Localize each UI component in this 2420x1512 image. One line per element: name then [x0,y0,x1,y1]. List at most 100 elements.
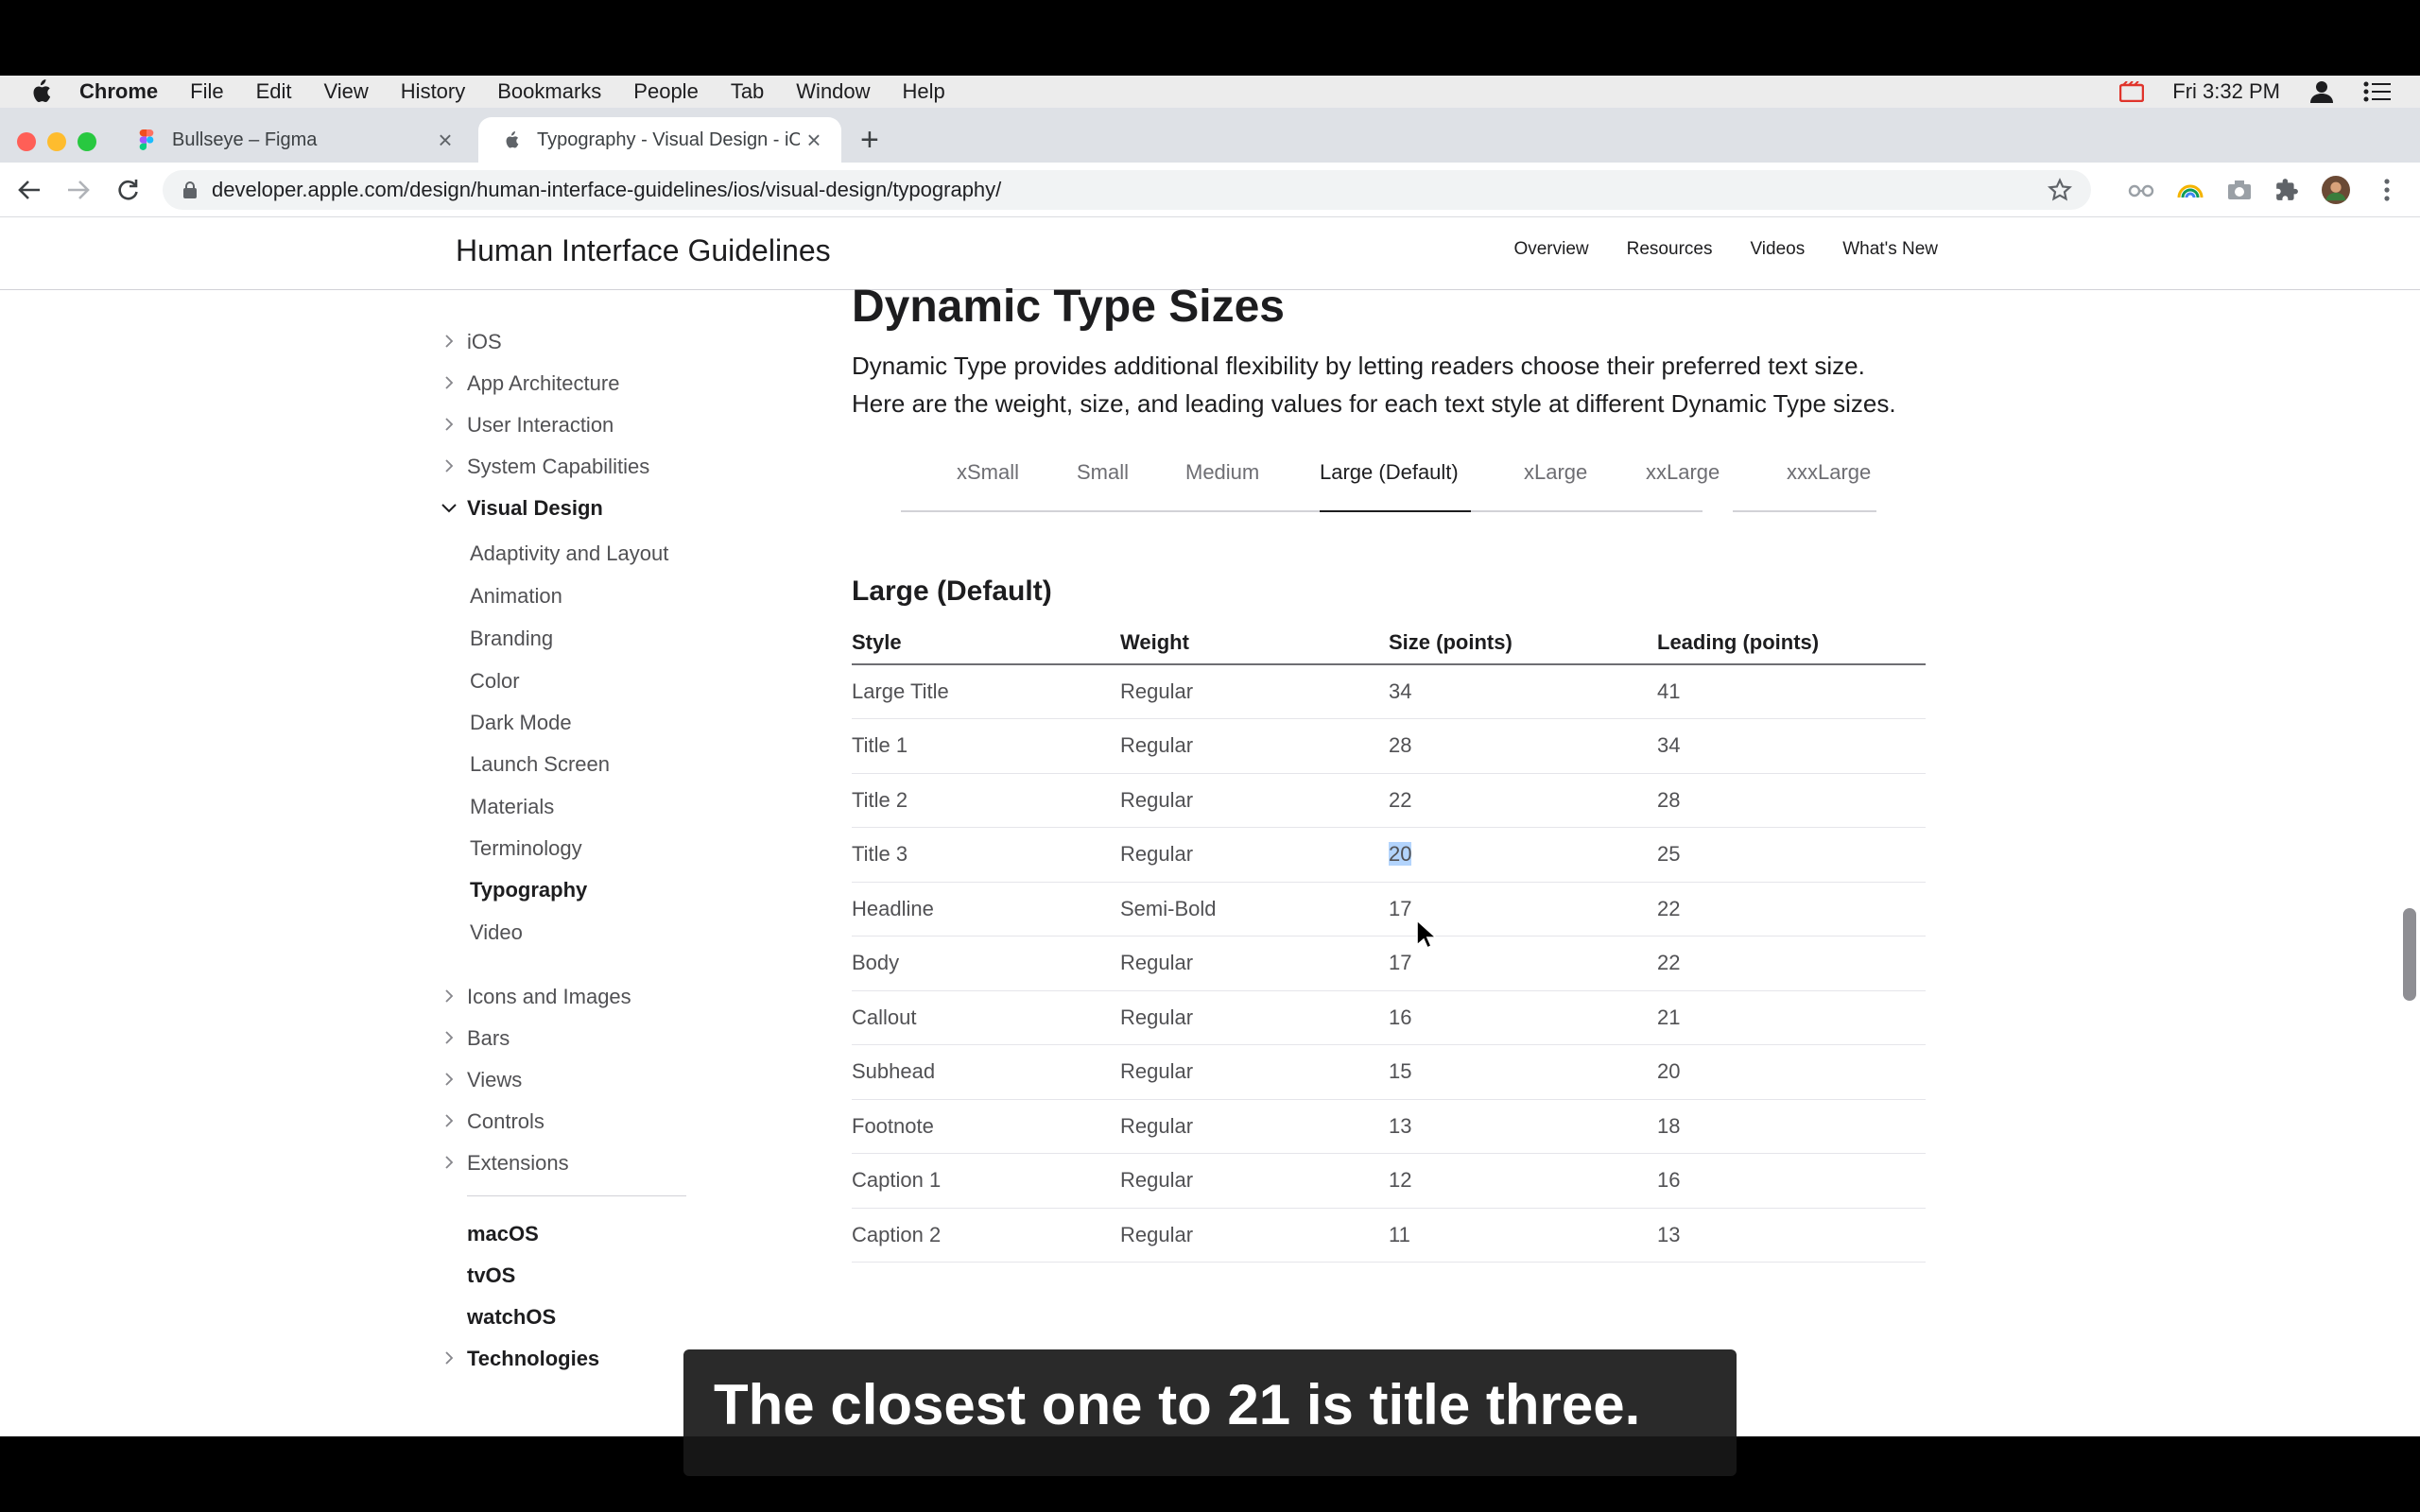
chrome-menu-icon[interactable] [2373,176,2401,204]
size-tab-xsmall[interactable]: xSmall [957,460,1019,485]
nav-videos[interactable]: Videos [1750,239,1805,260]
apple-menu-icon[interactable] [30,79,51,104]
menu-file[interactable]: File [190,79,223,104]
sidebar-sub-dark-mode[interactable]: Dark Mode [470,711,572,735]
tab-title: Bullseye – Figma [172,129,318,150]
sidebar-sub-materials[interactable]: Materials [470,795,554,819]
table-row: Caption 1 Regular 12 16 [852,1153,1926,1209]
control-list-icon[interactable] [2363,81,2392,102]
chevron-right-icon [445,335,454,348]
close-tab-icon[interactable]: × [800,126,828,155]
sidebar-item-app-architecture[interactable]: App Architecture [445,371,619,396]
minimize-window-button[interactable] [47,132,66,151]
tab-figma[interactable]: Bullseye – Figma × [113,117,473,163]
profile-avatar[interactable] [2322,176,2350,204]
chevron-right-icon [445,1073,454,1086]
sidebar-item-controls[interactable]: Controls [445,1109,544,1134]
menu-people[interactable]: People [633,79,699,104]
table-row: Title 1 Regular 28 34 [852,718,1926,774]
chevron-right-icon [445,1114,454,1127]
sidebar-divider [467,1195,686,1196]
col-weight: Weight [1120,630,1389,665]
menu-history[interactable]: History [401,79,465,104]
sidebar-item-icons-images[interactable]: Icons and Images [445,985,631,1009]
sidebar-item-system-capabilities[interactable]: System Capabilities [445,455,649,479]
sidebar-item-bars[interactable]: Bars [445,1026,510,1051]
sidebar-item-user-interaction[interactable]: User Interaction [445,413,614,438]
section-heading: Dynamic Type Sizes [852,282,1285,332]
menu-window[interactable]: Window [796,79,870,104]
sidebar-sub-typography[interactable]: Typography [470,878,587,902]
menu-bookmarks[interactable]: Bookmarks [497,79,601,104]
selected-tab-underline [1320,510,1471,512]
sidebar-item-technologies[interactable]: Technologies [445,1347,599,1371]
new-tab-button[interactable]: + [860,121,879,159]
sidebar-sub-branding[interactable]: Branding [470,627,553,651]
sidebar-sub-terminology[interactable]: Terminology [470,836,582,861]
extension-rainbow-icon[interactable] [2176,176,2204,204]
nav-whats-new[interactable]: What's New [1842,239,1938,260]
zoom-window-button[interactable] [78,132,96,151]
sidebar-sub-adaptivity[interactable]: Adaptivity and Layout [470,541,668,566]
nav-overview[interactable]: Overview [1513,239,1588,260]
sidebar-platform-watchos[interactable]: watchOS [467,1305,556,1330]
forward-button[interactable] [62,174,95,206]
sidebar-platform-macos[interactable]: macOS [467,1222,539,1246]
chevron-right-icon [445,376,454,389]
table-row: Caption 2 Regular 11 13 [852,1208,1926,1263]
menu-app-name[interactable]: Chrome [79,79,158,104]
chevron-right-icon [445,989,454,1003]
menu-edit[interactable]: Edit [256,79,292,104]
address-bar[interactable]: developer.apple.com/design/human-interfa… [163,170,2091,210]
tab-typography[interactable]: Typography - Visual Design - iO × [478,117,841,163]
selected-text[interactable]: 20 [1389,842,1412,867]
size-tab-medium[interactable]: Medium [1185,460,1259,485]
sidebar-sub-color[interactable]: Color [470,669,520,694]
sidebar-item-views[interactable]: Views [445,1068,522,1092]
chevron-right-icon [445,1351,454,1365]
screen: Chrome File Edit View History Bookmarks … [0,76,2420,1436]
screen-recording-icon[interactable] [2119,81,2145,102]
col-style: Style [852,630,1120,665]
camera-icon[interactable] [2225,176,2254,204]
sidebar-platform-tvos[interactable]: tvOS [467,1263,515,1288]
chevron-down-icon [441,504,457,513]
close-window-button[interactable] [17,132,36,151]
size-tab-xlarge[interactable]: xLarge [1524,460,1587,485]
table-row: Headline Semi-Bold 17 22 [852,882,1926,936]
menu-clock[interactable]: Fri 3:32 PM [2172,79,2280,104]
user-icon[interactable] [2308,80,2335,103]
extensions-puzzle-icon[interactable] [2273,176,2301,204]
reload-button[interactable] [112,174,144,206]
page-scrollbar-thumb[interactable] [2403,908,2416,1001]
size-tab-large-default[interactable]: Large (Default) [1320,460,1459,485]
hig-header: Human Interface Guidelines Overview Reso… [0,218,2420,290]
size-tab-xxlarge[interactable]: xxLarge [1646,460,1720,485]
sidebar-item-visual-design[interactable]: Visual Design [441,496,603,521]
sidebar-item-ios[interactable]: iOS [445,330,502,354]
section-intro: Dynamic Type provides additional flexibi… [852,352,1896,418]
size-tab-xxxlarge[interactable]: xxxLarge [1787,460,1871,485]
sidebar-sub-video[interactable]: Video [470,920,523,945]
size-tab-small[interactable]: Small [1077,460,1129,485]
sidebar-sub-launch-screen[interactable]: Launch Screen [470,752,610,777]
close-tab-icon[interactable]: × [431,126,459,155]
apple-icon [501,129,522,150]
tab-title: Typography - Visual Design - iO [537,129,800,150]
browser-toolbar: developer.apple.com/design/human-interfa… [0,163,2420,217]
chevron-right-icon [445,1156,454,1169]
table-title: Large (Default) [852,576,1052,607]
extension-glasses-icon[interactable] [2127,176,2155,204]
nav-resources[interactable]: Resources [1627,239,1713,260]
web-page: Human Interface Guidelines Overview Reso… [0,218,2420,1436]
lock-icon[interactable] [183,181,197,198]
back-button[interactable] [13,174,45,206]
menu-view[interactable]: View [324,79,369,104]
sidebar-sub-animation[interactable]: Animation [470,584,562,609]
menu-tab[interactable]: Tab [731,79,764,104]
hig-title[interactable]: Human Interface Guidelines [456,233,831,268]
menu-help[interactable]: Help [903,79,945,104]
chevron-right-icon [445,459,454,472]
star-icon[interactable] [2047,178,2073,208]
sidebar-item-extensions[interactable]: Extensions [445,1151,569,1176]
